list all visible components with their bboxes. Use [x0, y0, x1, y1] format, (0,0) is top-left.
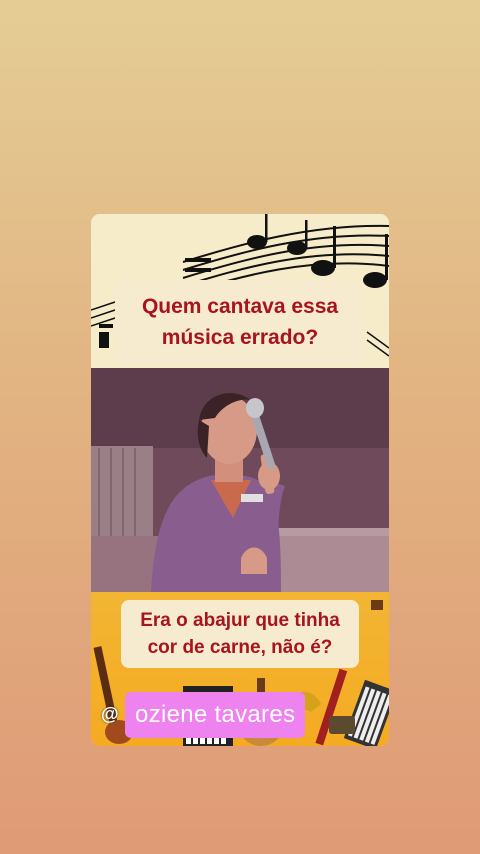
watermark-text: @: [101, 704, 119, 724]
username-tag: oziene tavares: [125, 692, 306, 738]
top-panel: Quem cantava essa música errado?: [91, 214, 389, 368]
question-text: Quem cantava essa música errado?: [115, 280, 365, 364]
answer-text: Era o abajur que tinha cor de carne, não…: [121, 600, 359, 668]
post-card: Quem cantava essa música errado? Era o a…: [91, 214, 389, 746]
singer-image: [91, 368, 389, 592]
singer-photo: [91, 368, 389, 592]
